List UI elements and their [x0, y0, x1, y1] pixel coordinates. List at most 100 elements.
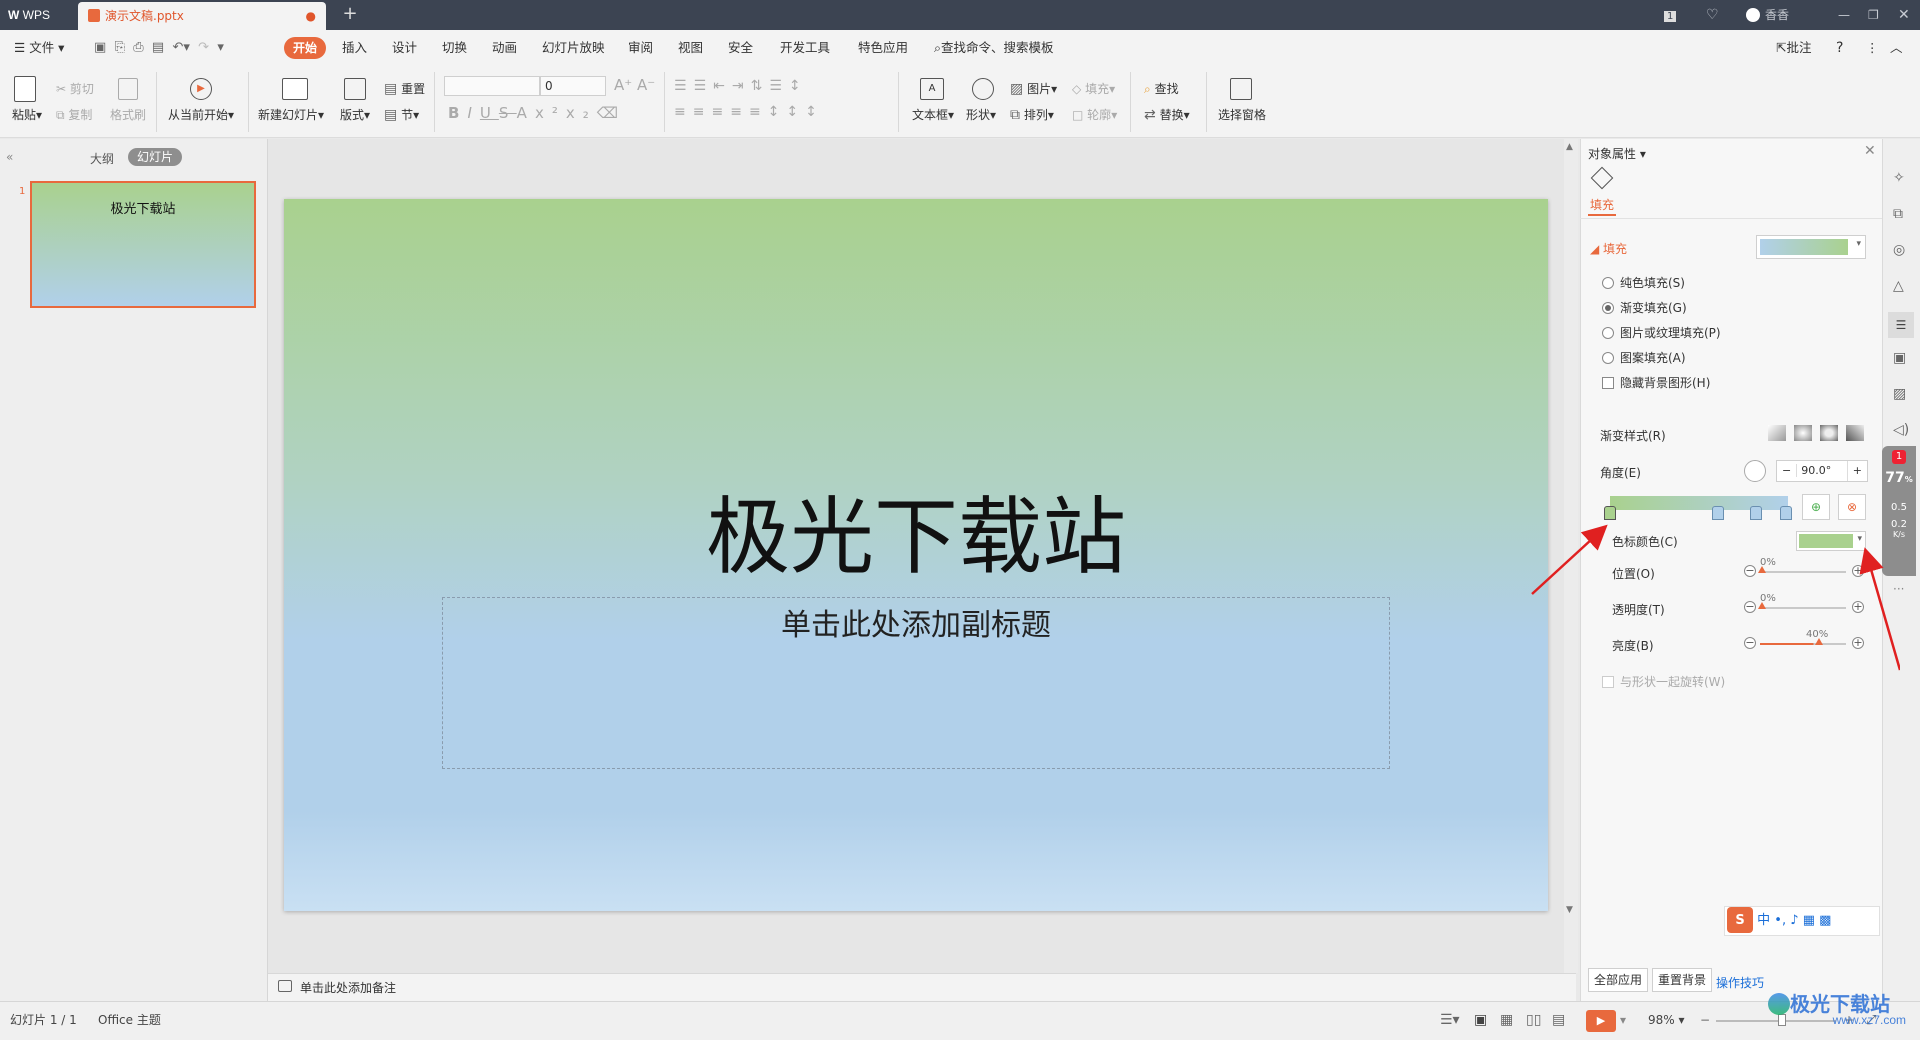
save-as-icon[interactable]: ⎘ — [115, 40, 125, 55]
subscript-icon[interactable]: x₂ — [566, 104, 597, 122]
reading-view-icon[interactable]: ▯▯ — [1526, 1001, 1541, 1040]
tab-special[interactable]: 特色应用 — [858, 30, 908, 66]
new-slide-button[interactable]: 新建幻灯片▾ — [258, 106, 324, 123]
gradient-fill-option[interactable]: 渐变填充(G) — [1602, 299, 1687, 316]
print-icon[interactable]: ⎙ — [133, 40, 143, 55]
solid-fill-radio[interactable] — [1602, 277, 1614, 289]
selection-pane-icon[interactable] — [1230, 78, 1252, 100]
skin-icon[interactable]: ▩ — [1819, 913, 1831, 928]
paste-button[interactable]: 粘贴▾ — [12, 106, 42, 123]
arrange-button[interactable]: ⧉ 排列▾ — [1010, 106, 1054, 123]
linear-gradient-style[interactable] — [1768, 425, 1786, 441]
spacing-before-icon[interactable]: ↕ — [768, 104, 787, 120]
tab-insert[interactable]: 插入 — [342, 30, 367, 66]
angle-value[interactable]: 90.0° — [1797, 464, 1835, 477]
angle-increase-button[interactable]: + — [1846, 461, 1867, 481]
pattern-fill-radio[interactable] — [1602, 352, 1614, 364]
redo-icon[interactable]: ↷ — [198, 40, 209, 55]
copy-button[interactable]: ⧉ 复制 — [56, 106, 92, 123]
angle-spinner[interactable]: −90.0° + — [1776, 460, 1868, 482]
line-spacing-icon[interactable]: ↕ — [789, 78, 808, 94]
microphone-icon[interactable]: ♪ — [1790, 913, 1798, 928]
angle-decrease-button[interactable]: − — [1777, 464, 1798, 477]
font-style-controls[interactable]: BIUSAx²x₂⌫ — [448, 104, 626, 122]
customize-icon[interactable]: ▾ — [217, 40, 224, 55]
section-button[interactable]: ▤ 节▾ — [384, 106, 419, 123]
scroll-up-icon[interactable]: ▲ — [1566, 142, 1573, 152]
presenter-view-icon[interactable]: ▤ — [1552, 1001, 1565, 1040]
layout-icon[interactable] — [344, 78, 366, 100]
file-menu[interactable]: ☰ 文件 ▾ — [14, 30, 64, 66]
zoom-out-button[interactable]: − — [1700, 1001, 1710, 1040]
new-tab-button[interactable]: + — [338, 0, 362, 30]
replace-button[interactable]: ⇄ 替换▾ — [1144, 106, 1190, 123]
tab-security[interactable]: 安全 — [728, 30, 753, 66]
skin-icon[interactable]: ♡ — [1706, 0, 1719, 30]
tab-outline[interactable]: 大纲 — [90, 150, 114, 167]
pattern-fill-option[interactable]: 图案填充(A) — [1602, 349, 1686, 366]
tab-start[interactable]: 开始 — [284, 37, 327, 59]
fill-button[interactable]: ◇ 填充▾ — [1072, 80, 1115, 97]
decrease-font-icon[interactable]: A⁻ — [637, 76, 655, 94]
wps-home-tab[interactable]: W WPS — [0, 0, 76, 30]
find-button[interactable]: ⌕ 查找 — [1144, 80, 1179, 97]
ime-language[interactable]: 中 — [1757, 913, 1770, 928]
tab-design[interactable]: 设计 — [392, 30, 417, 66]
selection-pane-button[interactable]: 选择窗格 — [1218, 106, 1266, 123]
image-icon[interactable]: ▨ — [1893, 386, 1906, 402]
spacing-after-icon[interactable]: ↕ — [786, 104, 805, 120]
zoom-level[interactable]: 98% ▾ — [1648, 1001, 1685, 1040]
tab-review[interactable]: 审阅 — [628, 30, 653, 66]
format-painter-button[interactable]: 格式刷 — [110, 106, 146, 123]
paste-icon[interactable] — [14, 76, 36, 102]
superscript-icon[interactable]: x² — [535, 104, 566, 122]
scroll-down-icon[interactable]: ▼ — [1566, 905, 1573, 915]
outline-button[interactable]: □ 轮廓▾ — [1072, 106, 1117, 123]
increase-font-icon[interactable]: A⁺ — [614, 76, 632, 94]
italic-icon[interactable]: I — [467, 104, 479, 122]
tab-developer[interactable]: 开发工具 — [780, 30, 830, 66]
close-button[interactable]: ✕ — [1898, 0, 1910, 30]
clear-format-icon[interactable]: ⌫ — [597, 104, 626, 122]
font-color-icon[interactable]: A — [517, 104, 535, 122]
comment-button[interactable]: ⇱批注 — [1776, 30, 1812, 66]
audio-icon[interactable]: ◁) — [1893, 422, 1909, 438]
increase-indent-icon[interactable]: ⇥ — [732, 78, 751, 94]
minimize-button[interactable]: — — [1838, 0, 1850, 30]
shape-icon[interactable] — [972, 78, 994, 100]
tab-transition[interactable]: 切换 — [442, 30, 467, 66]
fill-section-header[interactable]: ◢ 填充 — [1590, 240, 1627, 257]
distribute-icon[interactable]: ≡ — [749, 104, 768, 120]
slide-sorter-icon[interactable]: ▦ — [1500, 1001, 1513, 1040]
bold-icon[interactable]: B — [448, 104, 467, 122]
ime-toolbar[interactable]: S 中 •, ♪ ▦ ▩ — [1724, 906, 1880, 936]
font-size-controls[interactable]: A⁺ A⁻ — [614, 76, 655, 94]
angle-dial[interactable] — [1744, 460, 1766, 482]
shapes-icon[interactable]: ◎ — [1893, 242, 1905, 258]
collapse-ribbon-icon[interactable]: ︿ — [1890, 30, 1903, 66]
slide-subtitle[interactable]: 单击此处添加副标题 — [442, 600, 1390, 644]
columns-icon[interactable]: ↕ — [805, 104, 824, 120]
command-search[interactable]: ⌕查找命令、搜索模板 — [934, 30, 1054, 66]
align-controls[interactable]: ≡≡≡≡≡↕↕↕ — [674, 104, 824, 120]
align-center-icon[interactable]: ≡ — [693, 104, 712, 120]
text-direction-icon[interactable]: ⇅ — [751, 78, 770, 94]
theme-name[interactable]: Office 主题 — [98, 1001, 161, 1040]
bullet-list-icon[interactable]: ☰ — [674, 78, 694, 94]
cut-button[interactable]: ✂ 剪切 — [56, 80, 94, 97]
quick-access-toolbar[interactable]: ▣ ⎘ ⎙ ▤ ↶▾ ↷ ▾ — [94, 30, 224, 66]
notes-toggle-icon[interactable]: ☰▾ — [1440, 1001, 1460, 1040]
tips-link[interactable]: 操作技巧 — [1716, 974, 1764, 991]
solid-fill-option[interactable]: 纯色填充(S) — [1602, 274, 1685, 291]
format-painter-icon[interactable] — [118, 78, 138, 100]
slide-title[interactable]: 极光下载站 — [284, 470, 1548, 591]
panel-header[interactable]: 对象属性 ▾ — [1588, 145, 1646, 162]
gradient-fill-radio[interactable] — [1602, 302, 1614, 314]
play-icon[interactable]: ▶ — [190, 78, 212, 100]
undo-icon[interactable]: ↶ — [172, 40, 183, 55]
tab-view[interactable]: 视图 — [678, 30, 703, 66]
document-tab[interactable]: 演示文稿.pptx ● — [78, 2, 326, 30]
play-slideshow-button[interactable]: ▶ — [1586, 1010, 1616, 1032]
picture-fill-radio[interactable] — [1602, 327, 1614, 339]
font-size-input[interactable]: 0 — [540, 76, 606, 96]
